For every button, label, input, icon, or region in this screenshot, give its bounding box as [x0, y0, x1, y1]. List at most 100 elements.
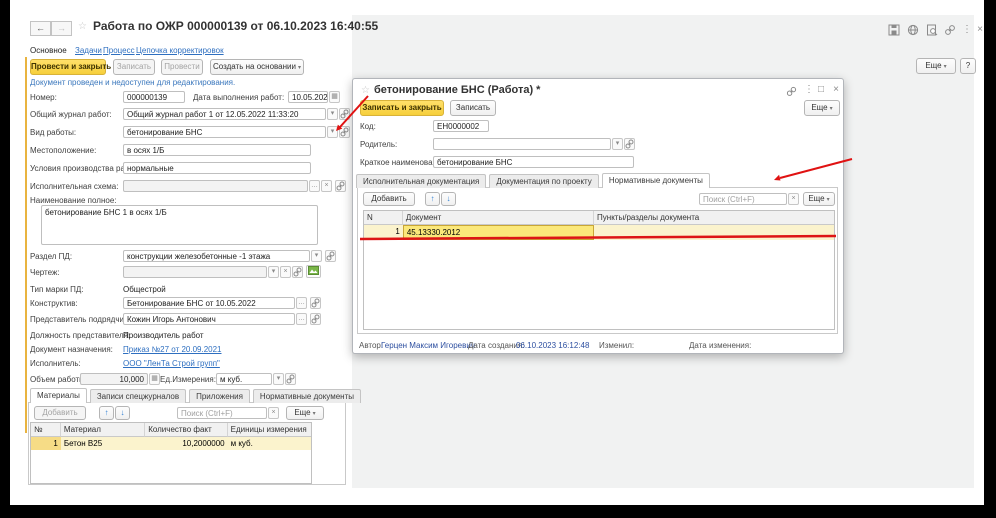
- post-and-close-button[interactable]: Провести и закрыть: [30, 59, 106, 75]
- more-icon[interactable]: ⋮: [962, 24, 970, 36]
- constructive-field[interactable]: Бетонирование БНС от 10.05.2022: [123, 297, 295, 309]
- clear-icon[interactable]: ×: [280, 266, 291, 278]
- col-material[interactable]: Материал: [61, 423, 145, 437]
- search-clear-icon[interactable]: ×: [788, 193, 799, 205]
- number-field[interactable]: 000000139: [123, 91, 185, 103]
- choose-icon[interactable]: …: [309, 180, 320, 192]
- choose-icon[interactable]: …: [296, 297, 307, 309]
- back-button[interactable]: ←: [30, 21, 51, 36]
- open-link-icon[interactable]: [325, 250, 336, 262]
- author-link[interactable]: Герцен Максим Игоревич: [381, 341, 475, 351]
- tab-tasks[interactable]: Задачи: [75, 46, 102, 56]
- tab-process[interactable]: Процесс: [103, 46, 135, 56]
- tab-normative-docs[interactable]: Нормативные документы: [602, 173, 710, 188]
- materials-add-button[interactable]: Добавить: [34, 406, 86, 420]
- volume-field[interactable]: 10,000: [80, 373, 148, 385]
- code-field[interactable]: ЕН0000002: [433, 120, 489, 132]
- maximize-icon[interactable]: □: [816, 84, 826, 96]
- short-name-field[interactable]: бетонирование БНС: [433, 156, 634, 168]
- col-document[interactable]: Документ: [403, 211, 594, 225]
- chevron-down-icon[interactable]: ▾: [311, 250, 322, 262]
- get-link-icon[interactable]: [944, 24, 956, 36]
- move-down-icon[interactable]: ↓: [441, 192, 456, 206]
- favorite-star-icon[interactable]: ☆: [78, 21, 87, 33]
- work-date-field[interactable]: 10.05.2022: [288, 91, 328, 103]
- tab-corrections-chain[interactable]: Цепочка корректировок: [136, 46, 224, 56]
- calc-icon[interactable]: ▦: [149, 373, 160, 385]
- open-link-icon[interactable]: [285, 373, 296, 385]
- move-up-icon[interactable]: ↑: [99, 406, 114, 420]
- worktype-field[interactable]: бетонирование БНС: [123, 126, 326, 138]
- open-link-icon[interactable]: [292, 266, 303, 278]
- materials-more-button[interactable]: Еще▾: [286, 406, 324, 420]
- help-button[interactable]: ?: [960, 58, 976, 74]
- open-link-icon[interactable]: [339, 126, 350, 138]
- move-down-icon[interactable]: ↓: [115, 406, 130, 420]
- col-qty[interactable]: Количество факт: [145, 423, 227, 437]
- row-document-editcell[interactable]: 45.13330.2012: [403, 225, 594, 240]
- open-link-icon[interactable]: [310, 297, 321, 309]
- more-button[interactable]: Еще▾: [916, 58, 956, 74]
- unit-field[interactable]: м куб.: [216, 373, 272, 385]
- preview-icon[interactable]: [926, 24, 938, 36]
- chevron-down-icon[interactable]: ▾: [273, 373, 284, 385]
- chevron-down-icon[interactable]: ▾: [327, 126, 338, 138]
- table-row[interactable]: 1 Бетон В25 10,2000000 м куб.: [31, 437, 311, 450]
- save-button[interactable]: Записать: [450, 100, 496, 116]
- favorite-star-icon[interactable]: ☆: [361, 85, 370, 97]
- get-link-icon[interactable]: [786, 86, 797, 97]
- table-row[interactable]: 1 45.13330.2012: [364, 225, 834, 240]
- choose-icon[interactable]: …: [296, 313, 307, 325]
- more-icon[interactable]: ⋮: [804, 84, 812, 96]
- assign-doc-link[interactable]: Приказ №27 от 20.09.2021: [123, 345, 222, 355]
- save-and-close-button[interactable]: Записать и закрыть: [360, 100, 444, 116]
- tab-attachments[interactable]: Приложения: [189, 389, 250, 403]
- clear-icon[interactable]: ×: [321, 180, 332, 192]
- open-link-icon[interactable]: [310, 313, 321, 325]
- globe-icon[interactable]: [907, 24, 919, 36]
- chevron-down-icon[interactable]: ▾: [268, 266, 279, 278]
- open-link-icon[interactable]: [624, 138, 635, 150]
- create-based-on-button[interactable]: Создать на основании▾: [210, 59, 304, 75]
- col-n[interactable]: N: [364, 211, 403, 225]
- scheme-field[interactable]: [123, 180, 308, 192]
- docs-search-input[interactable]: [699, 193, 787, 205]
- write-button[interactable]: Записать: [113, 59, 155, 75]
- tab-executive-docs[interactable]: Исполнительная документация: [356, 174, 486, 188]
- parent-field[interactable]: [433, 138, 611, 150]
- tab-main[interactable]: Основное: [30, 46, 67, 56]
- picture-icon[interactable]: [306, 265, 321, 278]
- col-unit[interactable]: Единицы измерения: [228, 423, 311, 437]
- location-field[interactable]: в осях 1/Б: [123, 144, 311, 156]
- drawing-field[interactable]: [123, 266, 267, 278]
- tab-project-docs[interactable]: Документация по проекту: [489, 174, 598, 188]
- materials-search-input[interactable]: [177, 407, 267, 419]
- executor-link[interactable]: ООО "ЛенТа Строй групп": [123, 359, 220, 369]
- journal-field[interactable]: Общий журнал работ 1 от 12.05.2022 11:33…: [123, 108, 326, 120]
- chevron-down-icon[interactable]: ▾: [327, 108, 338, 120]
- close-icon[interactable]: ×: [831, 84, 841, 96]
- docs-more-button[interactable]: Еще▾: [803, 192, 835, 206]
- contractor-rep-field[interactable]: Кожин Игорь Антонович: [123, 313, 295, 325]
- fullname-textarea[interactable]: бетонирование БНС 1 в осях 1/Б: [41, 205, 318, 245]
- open-link-icon[interactable]: [339, 108, 350, 120]
- col-sections[interactable]: Пункты/разделы документа: [594, 211, 834, 225]
- forward-button[interactable]: →: [51, 21, 72, 36]
- more-label: Еще: [294, 408, 310, 417]
- conditions-field[interactable]: нормальные: [123, 162, 311, 174]
- docs-add-button[interactable]: Добавить: [363, 192, 415, 206]
- tab-special-journals[interactable]: Записи спецжурналов: [90, 389, 186, 403]
- col-number[interactable]: №: [31, 423, 61, 437]
- pd-section-field[interactable]: конструкции железобетонные -1 этажа: [123, 250, 310, 262]
- tab-normative-docs[interactable]: Нормативные документы: [253, 389, 361, 403]
- chevron-down-icon[interactable]: ▾: [612, 138, 623, 150]
- open-link-icon[interactable]: [335, 180, 346, 192]
- close-icon[interactable]: ×: [975, 24, 985, 36]
- tab-materials[interactable]: Материалы: [30, 388, 87, 403]
- save-icon[interactable]: [888, 24, 900, 36]
- post-button[interactable]: Провести: [161, 59, 203, 75]
- search-clear-icon[interactable]: ×: [268, 407, 279, 419]
- dialog-more-button[interactable]: Еще▾: [804, 100, 840, 116]
- calendar-icon[interactable]: ▦: [329, 91, 340, 103]
- move-up-icon[interactable]: ↑: [425, 192, 440, 206]
